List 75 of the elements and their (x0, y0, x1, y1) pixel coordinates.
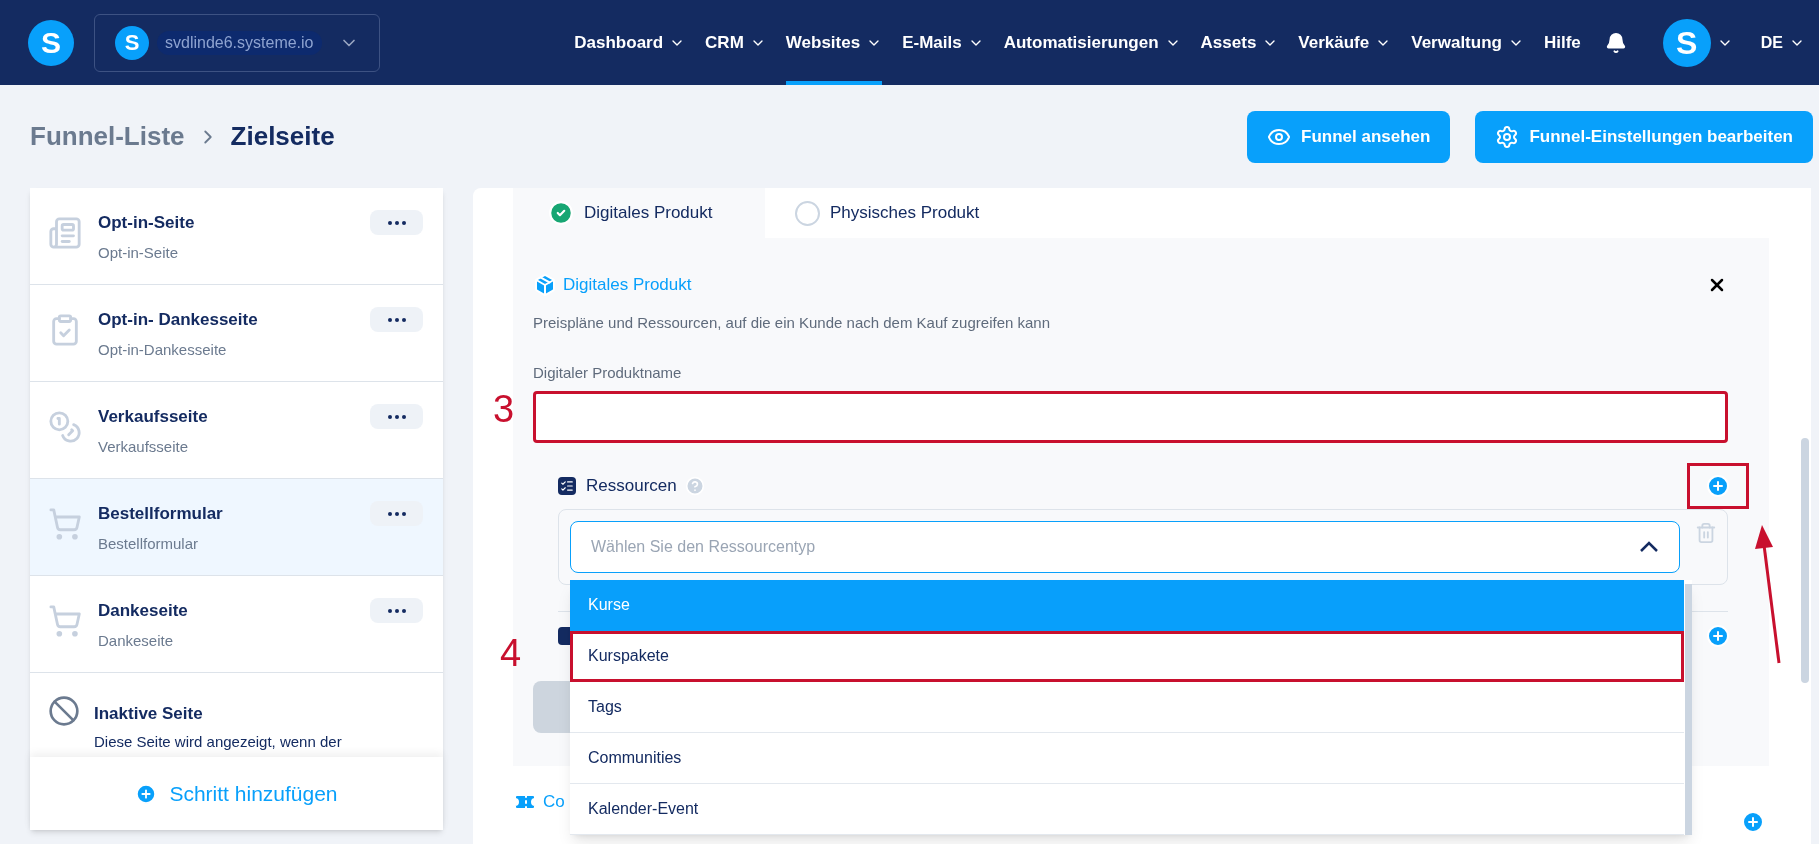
step-title: Bestellformular (98, 503, 223, 525)
scrollbar[interactable] (1801, 438, 1809, 683)
dots-icon (387, 608, 406, 613)
more-button[interactable] (370, 210, 423, 235)
cart-icon (48, 507, 82, 541)
step-item[interactable]: Dankeseite Dankeseite (30, 576, 443, 673)
section-description: Preispläne und Ressourcen, auf die ein Kunde nach dem Kauf zugreifen kann (533, 312, 1051, 333)
step-title: Opt-in- Dankesseite (98, 309, 258, 331)
add-resource-button[interactable] (1687, 462, 1749, 509)
product-name-field[interactable] (533, 390, 1728, 443)
nav-item[interactable]: Websites (785, 0, 883, 85)
dots-icon (387, 317, 406, 322)
menu-scrollbar[interactable] (1685, 584, 1692, 835)
menu-option[interactable]: Tags (570, 682, 1684, 733)
nav-item[interactable]: Hilfe (1543, 0, 1581, 85)
more-button[interactable] (370, 307, 423, 332)
coins-icon (48, 410, 82, 444)
inactive-icon (48, 695, 80, 727)
step-description: Diese Seite wird angezeigt, wenn der (94, 731, 342, 752)
step-subtitle: Opt-in-Seite (98, 242, 180, 263)
language-selector[interactable]: DE (1760, 30, 1805, 55)
step-subtitle: Bestellformular (98, 533, 200, 554)
checklist-icon (558, 476, 576, 495)
coupon-title: Co (543, 790, 565, 813)
step-item[interactable]: Verkaufsseite Verkaufsseite (30, 382, 443, 479)
resources-title: Ressourcen (586, 474, 677, 497)
menu-option[interactable]: Communities (570, 733, 1684, 784)
cart-icon (48, 604, 82, 638)
step-subtitle: Dankeseite (98, 630, 175, 651)
more-button[interactable] (370, 598, 423, 623)
help-icon (684, 475, 705, 496)
site-name: svdlinde6.systeme.io (157, 30, 322, 55)
nav-item[interactable]: Assets (1200, 0, 1279, 85)
settings-icon (1495, 124, 1520, 149)
nav-item[interactable]: E-Mails (902, 0, 984, 85)
step-subtitle: Opt-in-Dankesseite (98, 339, 228, 360)
radio-icon (795, 200, 820, 226)
dots-icon (387, 220, 406, 225)
nav-item[interactable]: Verkäufe (1298, 0, 1392, 85)
select-placeholder: Wählen Sie den Ressourcentyp (591, 536, 816, 557)
plus-icon (135, 782, 158, 805)
step-item[interactable]: Opt-in- Dankesseite Opt-in-Dankesseite (30, 285, 443, 382)
annotation-number: 4 (500, 631, 522, 676)
chevron-up-icon (1639, 540, 1659, 553)
dots-icon (387, 414, 406, 419)
notification-bell-icon[interactable] (1604, 31, 1627, 54)
plus-icon[interactable] (1706, 624, 1730, 648)
step-subtitle: Verkaufsseite (98, 436, 190, 457)
nav-item[interactable]: CRM (705, 0, 766, 85)
section-title: Digitales Produkt (563, 274, 692, 296)
more-button[interactable] (370, 404, 423, 429)
more-button[interactable] (370, 501, 423, 526)
site-avatar: S (115, 25, 149, 60)
step-item[interactable]: Opt-in-Seite Opt-in-Seite (30, 188, 443, 285)
breadcrumb-current: Zielseite (230, 120, 335, 153)
breadcrumb-link[interactable]: Funnel-Liste (30, 117, 185, 156)
field-label: Digitaler Produktname (533, 363, 683, 383)
nav-item[interactable]: Automatisierungen (1003, 0, 1181, 85)
step-title: Inaktive Seite (94, 703, 204, 725)
nav-item[interactable]: Verwaltung (1411, 0, 1524, 85)
menu-option[interactable]: Kalender-Event (570, 784, 1684, 835)
annotation-number: 3 (493, 386, 515, 432)
box-icon (533, 272, 557, 297)
step-title: Opt-in-Seite (98, 212, 195, 234)
dots-icon (387, 511, 406, 516)
step-item[interactable]: Bestellformular Bestellformular (30, 479, 443, 576)
check-circle-icon (548, 200, 574, 226)
menu-option[interactable]: Kurspakete (570, 631, 1684, 682)
form-icon (48, 216, 82, 250)
nav-item[interactable]: Dashboard (574, 0, 686, 85)
step-title: Dankeseite (98, 600, 188, 622)
step-title: Verkaufsseite (98, 406, 208, 428)
site-selector[interactable]: S svdlinde6.systeme.io (94, 13, 380, 72)
plus-icon (1706, 473, 1730, 498)
product-tab[interactable]: Digitales Produkt (513, 188, 765, 238)
